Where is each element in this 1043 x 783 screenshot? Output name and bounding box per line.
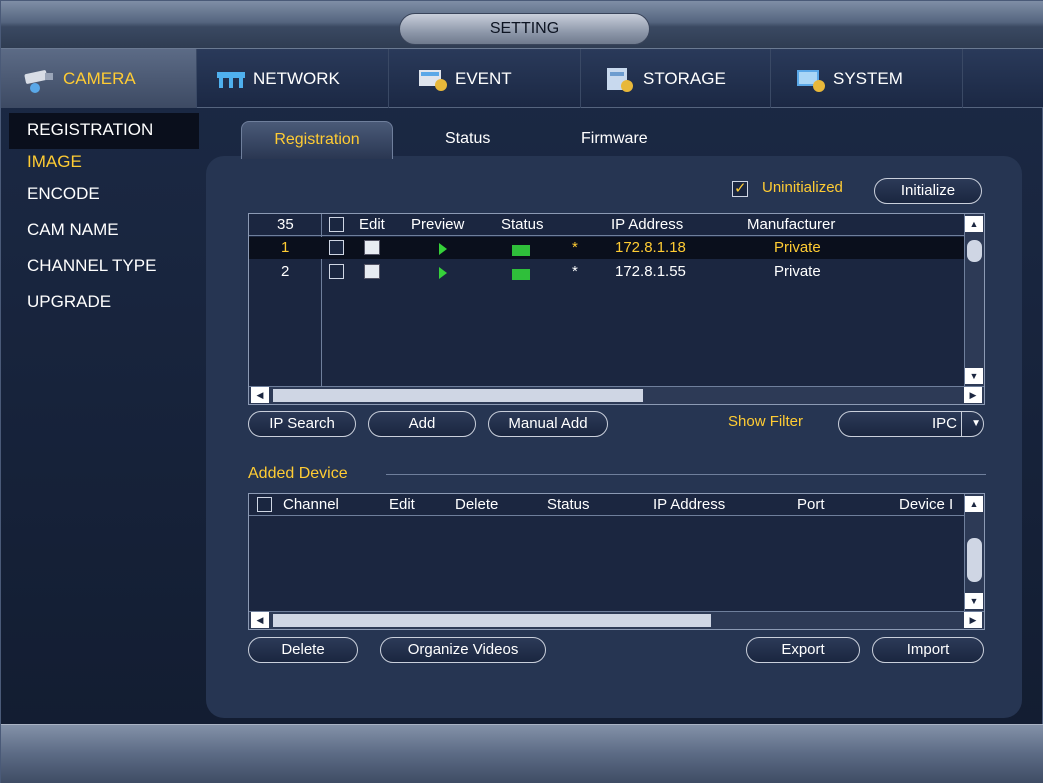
scroll-up-arrow[interactable]: ▲ [965,216,983,232]
table-row[interactable]: 2 * 172.8.1.55 Private [249,261,964,283]
tab-system[interactable]: SYSTEM [771,49,963,108]
row-number: 1 [281,239,290,256]
col-port: Port [797,496,825,513]
camera-status-icon [512,267,530,284]
tab-network[interactable]: NETWORK [197,49,389,108]
search-table-header: 35 Edit Preview Status IP Address Manufa… [249,214,964,236]
export-button[interactable]: Export [746,637,860,663]
col-status: Status [547,496,590,513]
col-status: Status [501,216,544,233]
scroll-right-arrow[interactable]: ▶ [964,387,982,403]
tab-event-label: EVENT [455,68,512,88]
side-menu: REGISTRATION IMAGE ENCODE CAM NAME CHANN… [9,113,199,321]
section-divider [386,474,986,475]
menu-registration[interactable]: REGISTRATION [9,113,199,149]
tab-event[interactable]: EVENT [389,49,581,108]
row-checkbox[interactable] [329,240,344,255]
play-icon[interactable] [439,242,447,259]
scroll-right-arrow[interactable]: ▶ [964,612,982,628]
init-flag: * [572,263,578,280]
camera-status-icon [512,243,530,260]
camera-icon [23,64,59,94]
horizontal-scrollbar[interactable]: ◀ ▶ [249,611,984,629]
added-device-table: Channel Edit Delete Status IP Address Po… [248,493,985,630]
ip-search-button[interactable]: IP Search [248,411,356,437]
col-preview: Preview [411,216,465,233]
added-device-title: Added Device [248,465,348,482]
add-button[interactable]: Add [368,411,476,437]
scroll-thumb[interactable] [273,614,711,627]
tab-network-label: NETWORK [253,68,340,88]
vertical-scrollbar[interactable]: ▲ ▼ [964,494,984,611]
menu-cam-name[interactable]: CAM NAME [9,213,199,249]
top-nav: CAMERA NETWORK EVENT STORAGE SYSTEM [1,49,1043,108]
horizontal-scrollbar[interactable]: ◀ ▶ [249,386,984,404]
play-icon[interactable] [439,266,447,283]
organize-videos-button[interactable]: Organize Videos [380,637,546,663]
scroll-down-arrow[interactable]: ▼ [965,368,983,384]
table-row[interactable]: 1 * 172.8.1.18 Private [249,237,964,259]
scroll-thumb[interactable] [273,389,643,402]
tab-storage-label: STORAGE [643,68,726,88]
event-icon [415,64,451,94]
device-count: 35 [277,216,294,233]
menu-upgrade[interactable]: UPGRADE [9,285,199,321]
chevron-down-icon: ▼ [961,412,981,436]
scroll-down-arrow[interactable]: ▼ [965,593,983,609]
scroll-thumb[interactable] [967,240,982,262]
scroll-thumb[interactable] [967,538,982,582]
row-ip-address: 172.8.1.18 [615,239,686,256]
select-all-checkbox[interactable] [329,217,344,232]
settings-window: SETTING CAMERA NETWORK EVENT STORAGE SYS… [0,0,1043,783]
import-button[interactable]: Import [872,637,984,663]
init-flag: * [572,239,578,256]
col-edit: Edit [389,496,415,513]
tab-registration[interactable]: Registration [241,121,393,159]
row-manufacturer: Private [774,263,821,280]
col-manufacturer: Manufacturer [747,216,836,233]
menu-channel-type[interactable]: CHANNEL TYPE [9,249,199,285]
scroll-left-arrow[interactable]: ◀ [251,387,269,403]
manual-add-button[interactable]: Manual Add [488,411,608,437]
edit-icon[interactable] [364,240,380,259]
col-delete: Delete [455,496,499,513]
search-result-table: 35 Edit Preview Status IP Address Manufa… [248,213,985,405]
row-ip-address: 172.8.1.55 [615,263,686,280]
tab-camera-label: CAMERA [63,68,136,88]
col-ip-address: IP Address [611,216,684,233]
menu-encode[interactable]: ENCODE [9,177,199,213]
col-channel: Channel [283,496,339,513]
row-manufacturer: Private [774,239,821,256]
row-number: 2 [281,263,290,280]
menu-image[interactable]: IMAGE [9,149,199,177]
filter-select[interactable]: IPC ▼ [838,411,984,437]
storage-icon [603,64,639,94]
initialize-button[interactable]: Initialize [874,178,982,204]
col-device: Device I [899,496,954,513]
filter-value: IPC [931,415,957,432]
tab-system-label: SYSTEM [833,68,903,88]
col-ip-address: IP Address [653,496,726,513]
tab-firmware[interactable]: Firmware [581,121,648,159]
uninitialized-label: Uninitialized [762,179,843,196]
delete-button[interactable]: Delete [248,637,358,663]
col-edit: Edit [359,216,385,233]
title-bar: SETTING [1,1,1043,49]
scroll-up-arrow[interactable]: ▲ [965,496,983,512]
network-icon [213,64,249,94]
bottom-bar [1,724,1043,783]
uninitialized-checkbox[interactable] [732,179,748,197]
added-table-header: Channel Edit Delete Status IP Address Po… [249,494,964,516]
row-checkbox[interactable] [329,264,344,279]
vertical-scrollbar[interactable]: ▲ ▼ [964,214,984,386]
show-filter-label: Show Filter [728,413,804,430]
edit-icon[interactable] [364,264,380,283]
system-icon [793,64,829,94]
tab-camera[interactable]: CAMERA [1,49,197,108]
tab-storage[interactable]: STORAGE [581,49,771,108]
scroll-left-arrow[interactable]: ◀ [251,612,269,628]
tab-status[interactable]: Status [445,121,490,159]
select-all-added-checkbox[interactable] [257,497,272,512]
window-title: SETTING [399,13,650,45]
